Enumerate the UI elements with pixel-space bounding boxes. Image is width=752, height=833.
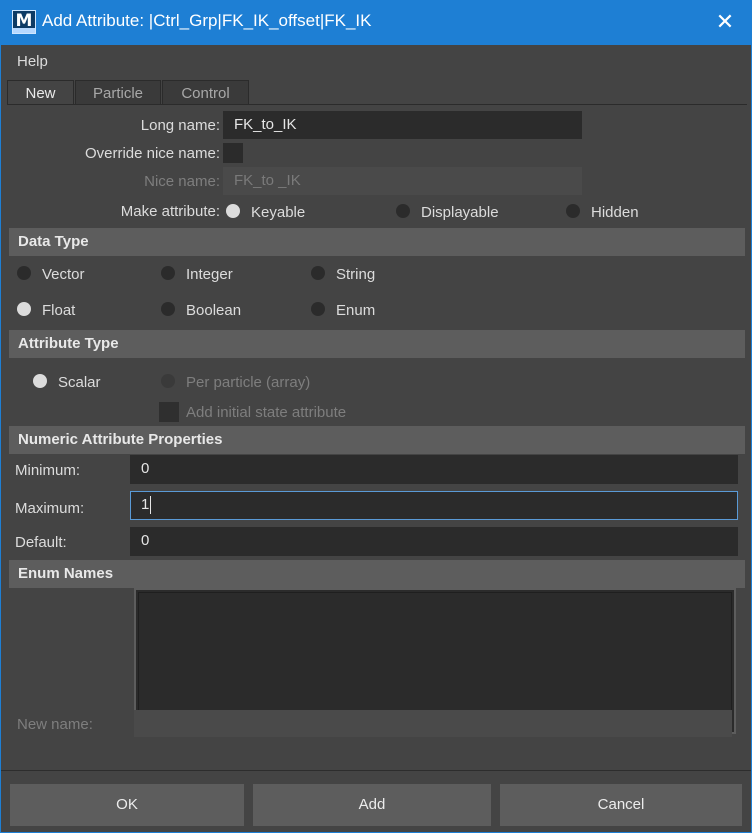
add-attribute-window: M Add Attribute: |Ctrl_Grp|FK_IK_offset|… <box>0 0 752 833</box>
vector-radio[interactable] <box>17 266 31 280</box>
enum-names-header[interactable]: Enum Names <box>9 560 745 588</box>
make-attribute-label: Make attribute: <box>120 203 220 220</box>
displayable-label: Displayable <box>421 204 499 221</box>
keyable-radio[interactable] <box>226 204 240 218</box>
numeric-properties-header[interactable]: Numeric Attribute Properties <box>9 426 745 454</box>
scalar-label: Scalar <box>58 374 101 391</box>
override-nice-name-checkbox[interactable] <box>223 143 243 163</box>
nice-name-field: FK_to _IK <box>223 167 582 195</box>
numeric-properties-header-label: Numeric Attribute Properties <box>18 431 223 448</box>
hidden-label: Hidden <box>591 204 639 221</box>
minimum-label: Minimum: <box>15 462 81 479</box>
text-caret <box>150 496 152 515</box>
integer-label: Integer <box>186 266 233 283</box>
float-label: Float <box>42 302 76 319</box>
new-name-field <box>134 710 732 737</box>
maya-app-icon: M <box>12 10 36 34</box>
maximum-label: Maximum: <box>15 500 85 517</box>
tab-new[interactable]: New <box>7 80 74 105</box>
string-radio[interactable] <box>311 266 325 280</box>
ok-button[interactable]: OK <box>10 784 244 826</box>
close-icon[interactable]: ✕ <box>697 0 752 45</box>
default-field[interactable]: 0 <box>130 527 738 556</box>
enum-names-header-label: Enum Names <box>18 565 114 582</box>
per-particle-label: Per particle (array) <box>186 374 311 391</box>
enum-label: Enum <box>336 302 376 319</box>
menu-help[interactable]: Help <box>17 53 48 70</box>
maximum-field[interactable]: 1 <box>130 491 738 520</box>
data-type-header[interactable]: Data Type <box>9 228 745 256</box>
tab-particle[interactable]: Particle <box>75 80 161 105</box>
float-radio[interactable] <box>17 302 31 316</box>
scalar-radio[interactable] <box>33 374 47 388</box>
menu-bar: Help <box>1 45 751 79</box>
boolean-label: Boolean <box>186 302 242 319</box>
initial-state-label: Add initial state attribute <box>186 404 347 421</box>
default-label: Default: <box>15 534 67 551</box>
window-title: Add Attribute: |Ctrl_Grp|FK_IK_offset|FK… <box>42 11 372 30</box>
vector-label: Vector <box>42 266 85 283</box>
initial-state-checkbox <box>159 402 179 422</box>
long-name-field[interactable]: FK_to_IK <box>223 111 582 139</box>
cancel-button[interactable]: Cancel <box>500 784 742 826</box>
displayable-radio[interactable] <box>396 204 410 218</box>
enum-radio[interactable] <box>311 302 325 316</box>
nice-name-label: Nice name: <box>144 173 220 190</box>
maximum-value: 1 <box>141 496 150 513</box>
tab-control[interactable]: Control <box>162 80 249 105</box>
string-label: String <box>336 266 376 283</box>
data-type-header-label: Data Type <box>18 233 89 250</box>
long-name-label: Long name: <box>140 117 220 134</box>
title-bar[interactable]: M Add Attribute: |Ctrl_Grp|FK_IK_offset|… <box>1 0 752 45</box>
attribute-type-header[interactable]: Attribute Type <box>9 330 745 358</box>
add-button[interactable]: Add <box>253 784 491 826</box>
integer-radio[interactable] <box>161 266 175 280</box>
boolean-radio[interactable] <box>161 302 175 316</box>
per-particle-radio <box>161 374 175 388</box>
minimum-field[interactable]: 0 <box>130 455 738 484</box>
hidden-radio[interactable] <box>566 204 580 218</box>
new-name-label: New name: <box>17 716 93 733</box>
attribute-type-header-label: Attribute Type <box>18 335 119 352</box>
keyable-label: Keyable <box>251 204 306 221</box>
button-bar: OK Add Cancel <box>1 770 751 833</box>
override-nice-name-label: Override nice name: <box>84 145 220 162</box>
